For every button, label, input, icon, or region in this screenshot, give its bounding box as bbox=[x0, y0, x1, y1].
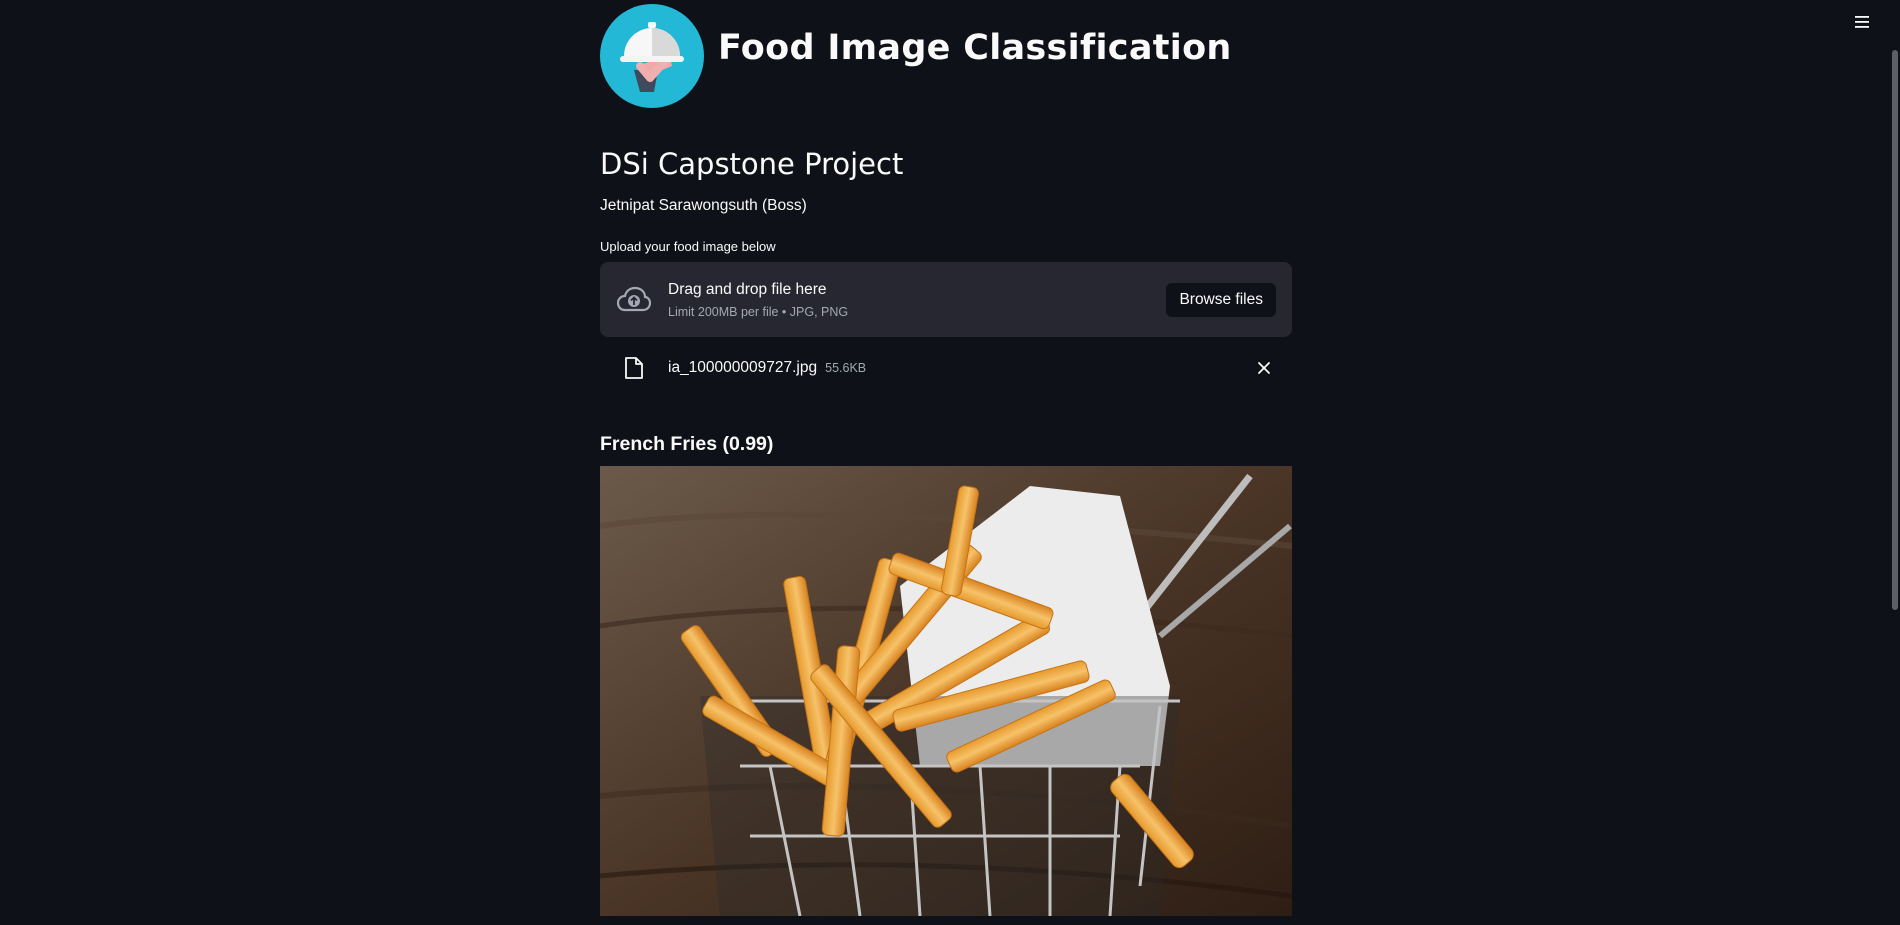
file-name: ia_100000009727.jpg bbox=[668, 359, 818, 376]
author-text: Jetnipat Sarawongsuth (Boss) bbox=[600, 197, 807, 214]
cloud-upload-icon bbox=[614, 280, 654, 320]
main-content: Food Image Classification DSi Capstone P… bbox=[600, 0, 1292, 916]
file-dropzone[interactable]: Drag and drop file here Limit 200MB per … bbox=[600, 262, 1292, 337]
page-scrollbar[interactable] bbox=[1892, 50, 1898, 610]
browse-files-button[interactable]: Browse files bbox=[1166, 283, 1276, 317]
upload-label: Upload your food image below bbox=[600, 239, 776, 254]
food-cloche-icon bbox=[600, 4, 704, 108]
drop-title: Drag and drop file here bbox=[668, 280, 827, 298]
hamburger-menu-icon[interactable] bbox=[1850, 10, 1874, 34]
uploaded-food-image bbox=[600, 466, 1292, 916]
close-icon[interactable] bbox=[1252, 356, 1276, 380]
uploaded-file-row: ia_100000009727.jpg 55.6KB bbox=[600, 349, 1292, 387]
drop-text-block: Drag and drop file here Limit 200MB per … bbox=[668, 281, 848, 319]
drop-limit: Limit 200MB per file • JPG, PNG bbox=[668, 304, 849, 319]
app-title: Food Image Classification bbox=[718, 28, 1232, 68]
project-title: DSi Capstone Project bbox=[600, 147, 904, 181]
app-root: Food Image Classification DSi Capstone P… bbox=[0, 0, 1900, 925]
prediction-label: French Fries (0.99) bbox=[600, 433, 774, 455]
app-header: Food Image Classification bbox=[600, 0, 1292, 108]
file-size: 55.6KB bbox=[825, 361, 867, 375]
file-icon bbox=[620, 356, 648, 380]
